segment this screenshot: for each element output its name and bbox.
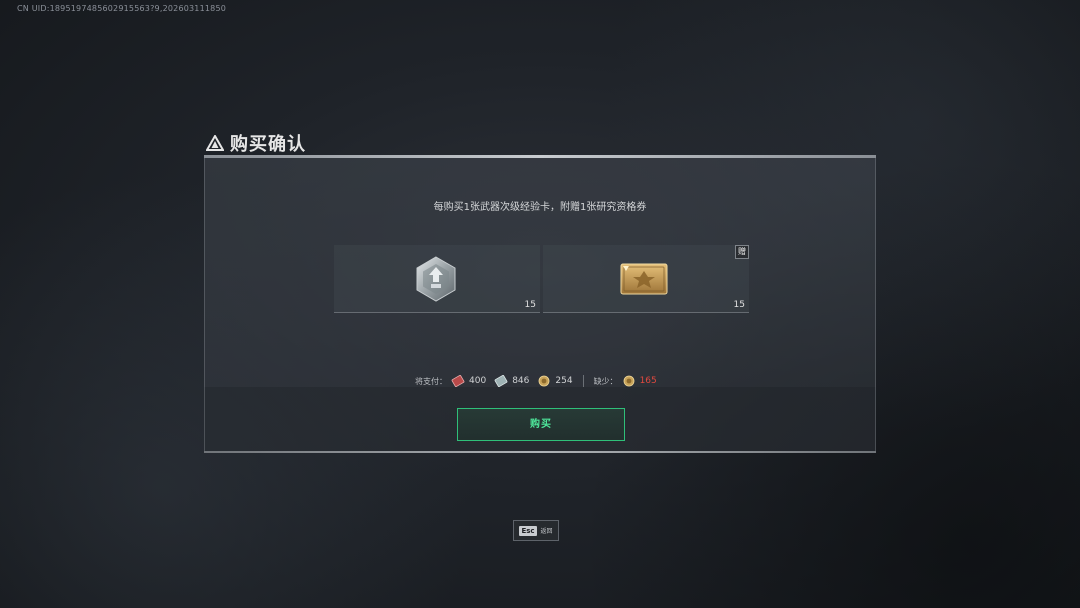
shortage-value: 165 [639, 376, 657, 386]
dialog-title-bar: 购买确认 [206, 130, 306, 156]
item-count: 15 [733, 300, 745, 310]
back-label: 返回 [540, 528, 553, 535]
gold-coin-icon [623, 375, 634, 387]
currency-value: 254 [555, 376, 573, 386]
gift-badge: 赠 [735, 245, 749, 259]
shortage-gold-coin: 165 [622, 375, 657, 387]
uid-text: CN UID:1895197485602915563?9,20260311185… [17, 4, 227, 13]
currency-gold-coin: 254 [537, 375, 573, 387]
esc-key-icon: Esc [519, 525, 537, 536]
warning-triangle-icon [206, 135, 224, 151]
payment-label: 将支付： [415, 376, 447, 386]
currency-value: 846 [512, 376, 530, 386]
currency-value: 400 [469, 376, 487, 386]
item-card-research-ticket[interactable]: 赠 15 [543, 245, 749, 313]
currency-red-ticket: 400 [451, 375, 486, 387]
payment-row: 将支付： 400 846 254 缺少： 165 [415, 374, 665, 388]
purchase-description: 每购买1张武器次级经验卡，附赠1张研究资格券 [433, 202, 647, 213]
weapon-secondary-exp-card-icon [416, 256, 456, 302]
gold-coin-icon [538, 375, 550, 387]
shortage-label: 缺少： [593, 376, 618, 386]
silver-ticket-icon [494, 375, 508, 387]
dialog-title: 购买确认 [230, 134, 306, 155]
buy-button[interactable]: 购买 [457, 408, 625, 441]
back-button[interactable]: Esc 返回 [513, 520, 559, 541]
payment-divider [582, 375, 584, 387]
currency-silver-ticket: 846 [494, 375, 529, 387]
item-card-exp-card[interactable]: 15 [334, 245, 540, 313]
purchase-confirm-dialog: 每购买1张武器次级经验卡，附赠1张研究资格券 15 赠 15 将支付： 400 … [204, 155, 876, 453]
research-qualification-ticket-icon [620, 263, 668, 295]
item-count: 15 [524, 300, 536, 310]
red-ticket-icon [451, 375, 465, 387]
